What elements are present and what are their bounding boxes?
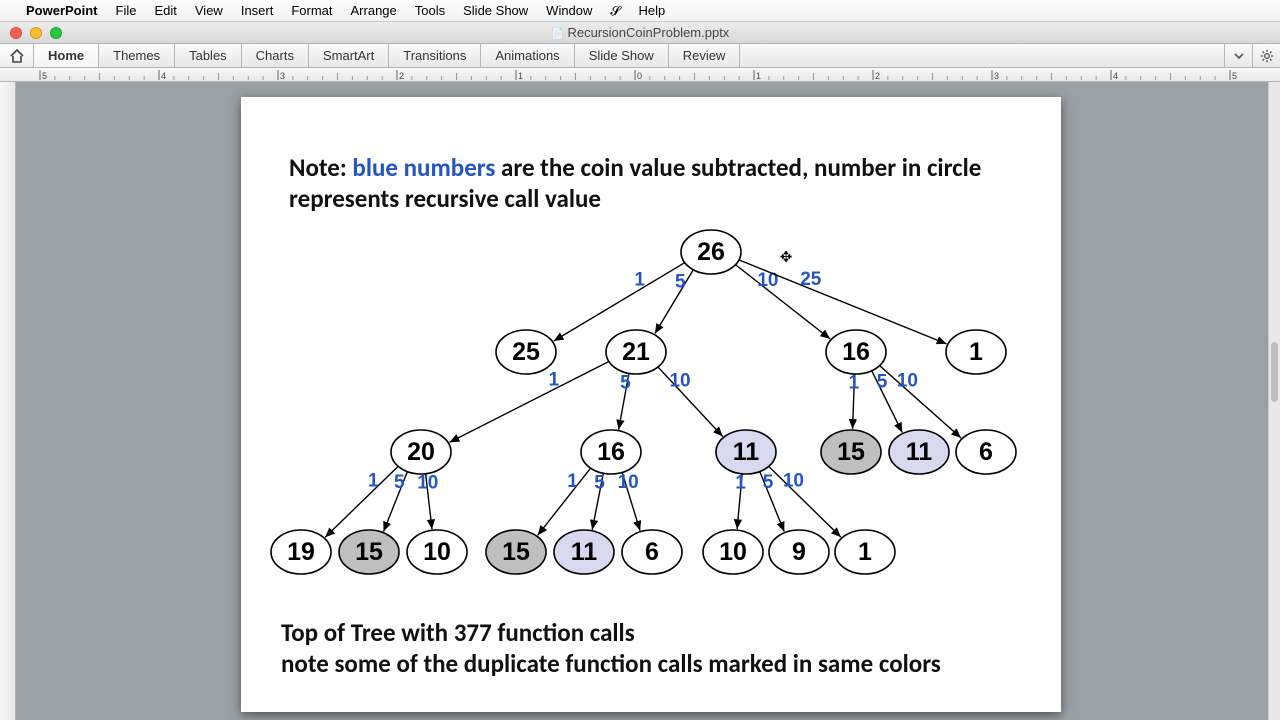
svg-text:21: 21 <box>622 338 650 366</box>
menu-window[interactable]: Window <box>546 3 592 18</box>
menu-edit[interactable]: Edit <box>154 3 176 18</box>
svg-text:20: 20 <box>407 438 435 466</box>
svg-text:5: 5 <box>394 472 405 493</box>
tab-transitions[interactable]: Transitions <box>389 44 481 67</box>
svg-text:1: 1 <box>735 472 746 493</box>
svg-text:5: 5 <box>877 372 888 393</box>
recursion-tree-diagram[interactable]: 1510251510151015101510151026252116120161… <box>241 217 1061 617</box>
vertical-ruler <box>0 82 16 720</box>
slide-canvas[interactable]: Note: blue numbers are the coin value su… <box>16 82 1280 720</box>
svg-text:5: 5 <box>763 472 774 493</box>
vertical-scrollbar[interactable] <box>1268 82 1280 720</box>
svg-text:3: 3 <box>994 71 999 81</box>
svg-text:25: 25 <box>512 338 540 366</box>
svg-text:11: 11 <box>733 438 760 466</box>
footer-caption[interactable]: Top of Tree with 377 function calls note… <box>281 617 1021 680</box>
svg-text:5: 5 <box>42 71 47 81</box>
svg-text:2: 2 <box>399 71 404 81</box>
horizontal-ruler: 5 4 3 2 1 0 1 2 3 4 5 <box>0 68 1280 82</box>
svg-text:1: 1 <box>756 71 761 81</box>
menu-tools[interactable]: Tools <box>415 3 445 18</box>
menu-view[interactable]: View <box>195 3 223 18</box>
svg-text:25: 25 <box>800 269 822 290</box>
ribbon-collapse-icon[interactable] <box>1224 44 1252 67</box>
svg-text:1: 1 <box>368 471 379 492</box>
note-heading[interactable]: Note: blue numbers are the coin value su… <box>289 152 1001 215</box>
footer-line1: Top of Tree with 377 function calls <box>281 617 635 648</box>
tab-home[interactable]: Home <box>34 44 99 67</box>
tab-review[interactable]: Review <box>669 44 741 67</box>
tab-slideshow[interactable]: Slide Show <box>575 44 669 67</box>
menu-slideshow[interactable]: Slide Show <box>463 3 528 18</box>
svg-text:6: 6 <box>979 438 993 466</box>
ribbon-home-icon[interactable] <box>0 44 34 67</box>
tab-tables[interactable]: Tables <box>175 44 242 67</box>
svg-text:16: 16 <box>842 338 870 366</box>
svg-text:10: 10 <box>669 371 690 392</box>
tab-smartart[interactable]: SmartArt <box>309 44 389 67</box>
mac-menubar: PowerPoint File Edit View Insert Format … <box>0 0 1280 22</box>
svg-text:16: 16 <box>597 438 625 466</box>
svg-text:15: 15 <box>502 538 530 566</box>
footer-line2: note some of the duplicate function call… <box>281 648 941 679</box>
window-titlebar: RecursionCoinProblem.pptx <box>0 22 1280 44</box>
svg-text:0: 0 <box>637 71 642 81</box>
menu-script-icon[interactable]: 𝓢 <box>610 3 620 19</box>
tab-themes[interactable]: Themes <box>99 44 175 67</box>
svg-text:10: 10 <box>897 370 918 391</box>
svg-text:15: 15 <box>355 538 383 566</box>
svg-text:10: 10 <box>783 471 804 492</box>
menu-format[interactable]: Format <box>291 3 332 18</box>
slide[interactable]: Note: blue numbers are the coin value su… <box>241 97 1061 712</box>
svg-text:1: 1 <box>567 471 578 492</box>
svg-text:4: 4 <box>161 71 166 81</box>
svg-text:1: 1 <box>969 338 983 366</box>
svg-text:9: 9 <box>792 538 806 566</box>
svg-text:10: 10 <box>719 538 747 566</box>
svg-text:5: 5 <box>1232 71 1237 81</box>
svg-text:4: 4 <box>1113 71 1118 81</box>
svg-text:10: 10 <box>423 538 451 566</box>
svg-text:1: 1 <box>858 538 872 566</box>
svg-text:2: 2 <box>875 71 880 81</box>
menu-help[interactable]: Help <box>638 3 665 18</box>
ribbon-tabs: Home Themes Tables Charts SmartArt Trans… <box>0 44 1280 68</box>
svg-text:5: 5 <box>675 271 686 292</box>
svg-text:10: 10 <box>417 472 438 493</box>
svg-text:10: 10 <box>757 270 778 291</box>
tab-animations[interactable]: Animations <box>481 44 574 67</box>
svg-text:1: 1 <box>849 372 860 393</box>
document-title: RecursionCoinProblem.pptx <box>0 25 1280 40</box>
tab-charts[interactable]: Charts <box>242 44 309 67</box>
svg-text:1: 1 <box>518 71 523 81</box>
svg-text:15: 15 <box>837 438 865 466</box>
menu-file[interactable]: File <box>116 3 137 18</box>
note-prefix: Note: <box>289 152 352 183</box>
menu-insert[interactable]: Insert <box>241 3 274 18</box>
svg-text:5: 5 <box>594 472 605 493</box>
svg-text:11: 11 <box>571 538 598 566</box>
ribbon-settings-gear-icon[interactable] <box>1252 44 1280 67</box>
svg-text:19: 19 <box>287 538 315 566</box>
app-name-menu[interactable]: PowerPoint <box>26 3 98 18</box>
scrollbar-thumb[interactable] <box>1271 342 1278 402</box>
svg-text:10: 10 <box>618 472 639 493</box>
note-blue: blue numbers <box>352 152 495 183</box>
svg-text:6: 6 <box>645 538 659 566</box>
svg-text:3: 3 <box>280 71 285 81</box>
svg-text:1: 1 <box>549 369 560 390</box>
menu-arrange[interactable]: Arrange <box>351 3 397 18</box>
svg-text:1: 1 <box>634 270 645 291</box>
svg-text:11: 11 <box>906 438 933 466</box>
svg-text:5: 5 <box>620 372 631 393</box>
svg-text:26: 26 <box>697 238 725 266</box>
